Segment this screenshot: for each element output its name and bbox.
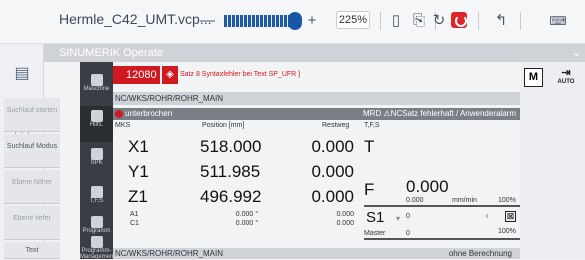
program-path: NC/WKS/ROHR/ROHR_MAIN [113, 92, 520, 105]
axis-label: A1 [130, 211, 139, 218]
axis-label: Y1 [128, 162, 149, 181]
axis-restweg: 0.000 [311, 162, 354, 181]
feed-label: F [364, 180, 375, 199]
m-function-button[interactable]: M [524, 68, 543, 87]
spindle-bar [364, 238, 520, 240]
program-management-icon [90, 236, 103, 248]
operate-header: SINUMERIK Operate ⌄ [44, 44, 585, 62]
feed-sub: 0.000 [406, 197, 424, 204]
axis-position: 496.992 [200, 187, 262, 206]
softkey-search-mode[interactable]: Suchlauf Modus [4, 134, 60, 168]
axis-position: 511.985 [200, 162, 261, 181]
softkey-text[interactable]: Text [4, 242, 60, 259]
axis-position: 518.000 [200, 137, 262, 156]
axis-restweg: 0.000 [311, 187, 354, 206]
machine-sidebar: Maschine Hilfs. SPK T,F,S Programm Progr… [80, 62, 115, 260]
spindle-master-value: 0 [406, 230, 410, 237]
keyboard-icon[interactable]: ⌨ [548, 11, 568, 31]
back-icon[interactable]: ↰ [492, 11, 510, 31]
tool-label: T [364, 137, 375, 156]
bottom-path: NC/WKS/ROHR/ROHR_MAIN [115, 249, 224, 258]
window-title: Hermle_C42_UMT.vcp... [59, 11, 212, 27]
auto-mode-button[interactable]: ⇥ AUTO [553, 68, 579, 88]
axis-position: 0.000 ° [235, 211, 258, 218]
program-icon [90, 216, 103, 228]
sidebar-item-aux[interactable]: Hilfs. [80, 106, 113, 142]
sidebar-item-machine[interactable]: Maschine [80, 70, 113, 106]
feed-unit: mm/min [452, 197, 477, 204]
axis-restweg: 0.000 [311, 137, 354, 156]
spindle-value: 0 [406, 213, 410, 220]
export-icon[interactable]: ⎘ [410, 11, 428, 31]
reset-icon[interactable]: ↻ [430, 11, 448, 31]
operate-title: SINUMERIK Operate [59, 47, 163, 59]
minimize-button[interactable]: — [200, 11, 215, 31]
document-icon[interactable]: ▯ [388, 11, 404, 31]
softkey-level-up[interactable]: Ebene höher [4, 170, 60, 204]
spindle-dropdown-icon[interactable]: ▾ [396, 214, 400, 223]
alarm-number[interactable]: 12080 [113, 66, 160, 84]
axis-label: X1 [128, 137, 149, 156]
power-icon[interactable] [451, 12, 467, 28]
sidebar-item-program-management[interactable]: Programm-Management [80, 234, 115, 260]
spk-icon [90, 148, 103, 160]
softkey-level-down[interactable]: Ebene tiefer [4, 206, 60, 240]
spindle-stop-icon: ⊠ [505, 211, 516, 222]
machine-icon [90, 74, 103, 86]
sidebar-item-spk[interactable]: SPK [80, 144, 113, 180]
alarm-icon: ◈ [162, 66, 178, 84]
spindle-percent: 100% [498, 228, 516, 235]
bottom-status: ohne Berechnung [448, 249, 512, 258]
channel-status: unterbrochen MRD ⚠NCSatz fehlerhaft / An… [113, 108, 520, 120]
control-panel-icon[interactable]: ▤ [12, 64, 32, 84]
bottom-path-bar: NC/WKS/ROHR/ROHR_MAIN ohne Berechnung [113, 248, 520, 259]
axis-restweg: 0.000 [336, 211, 354, 218]
chevron-down-icon[interactable]: ⌄ [572, 44, 581, 62]
status-message: MRD ⚠NCSatz fehlerhaft / Anwenderalarm [362, 109, 516, 118]
auto-arrow-icon: ⇥ [561, 67, 571, 79]
zoom-in-button[interactable]: + [305, 11, 319, 31]
tfs-icon [90, 186, 103, 198]
feed-bar [364, 205, 520, 207]
spindle-label: S1 [366, 209, 385, 226]
alarm-text: Satz 8 Syntaxfehler bei Text SP_UFR ] [180, 71, 301, 78]
aux-icon [90, 110, 103, 122]
header-restweg: Restweg [322, 122, 350, 129]
zoom-level[interactable]: 225% [336, 11, 370, 29]
spindle-direction-icon: ı [486, 213, 488, 220]
softkey-search-start[interactable]: Suchlauf starten [4, 98, 60, 132]
spindle-master-label: Master [364, 230, 386, 237]
softkey-panel [521, 62, 585, 259]
speed-slider-handle[interactable] [288, 12, 302, 30]
stop-status-icon [115, 110, 123, 118]
axis-restweg: 0.000 [336, 220, 354, 227]
axis-position: 0.000 ° [235, 220, 258, 227]
header-tfs: T,F,S [364, 122, 380, 129]
header-mks: MKS [115, 122, 131, 129]
speed-slider-track[interactable] [224, 15, 290, 27]
nc-icon: ⚠ [383, 109, 391, 118]
feed-percent: 100% [498, 197, 516, 204]
header-position: Position [mm] [202, 122, 245, 129]
axis-label: C1 [130, 220, 139, 227]
status-state: unterbrochen [125, 109, 173, 118]
feed-value: 0.000 [406, 177, 449, 196]
axis-label: Z1 [128, 187, 148, 206]
